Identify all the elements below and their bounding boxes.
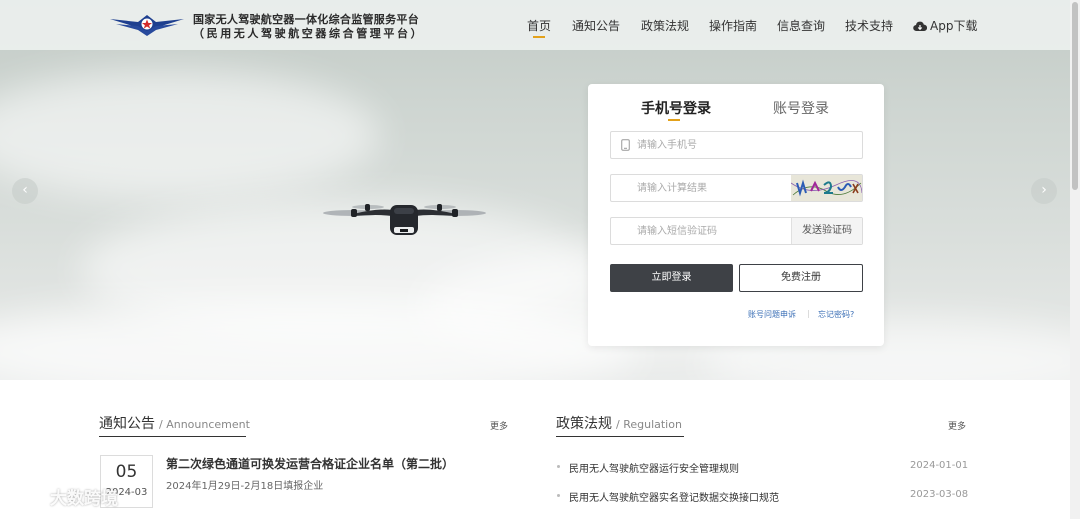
notice-title-link[interactable]: 第二次绿色通道可换发运营合格证企业名单（第二批）	[166, 455, 454, 472]
watermark-logo-icon	[10, 488, 44, 505]
nav-tech-support[interactable]: 技术支持	[845, 17, 893, 34]
notice-description: 2024年1月29日-2月18日填报企业	[166, 481, 324, 492]
nav-home[interactable]: 首页	[527, 17, 551, 38]
carousel-next-button[interactable]: ›	[1031, 178, 1057, 204]
caac-logo	[110, 15, 184, 36]
drone-image	[323, 204, 486, 235]
captcha-image[interactable]	[791, 175, 862, 201]
regulation-item-link[interactable]: 民用无人驾驶航空器运行安全管理规则	[569, 460, 739, 475]
regulations-subtitle: / Regulation	[616, 418, 682, 431]
nav-info-query[interactable]: 信息查询	[777, 17, 825, 34]
announcements-more-link[interactable]: 更多	[490, 419, 508, 432]
forgot-password-link[interactable]: 忘记密码?	[818, 309, 854, 320]
carousel-prev-button[interactable]: ‹	[12, 178, 38, 204]
tab-phone-login[interactable]: 手机号登录	[641, 98, 711, 118]
captcha-input[interactable]	[637, 175, 787, 201]
phone-icon	[621, 139, 630, 151]
nav-guide[interactable]: 操作指南	[709, 17, 757, 34]
register-button[interactable]: 免费注册	[739, 264, 863, 292]
hero-banner: ‹ ›	[0, 0, 1070, 380]
phone-field	[610, 131, 863, 159]
captcha-field	[610, 174, 863, 202]
announcements-title: 通知公告	[99, 416, 155, 432]
login-button[interactable]: 立即登录	[610, 264, 733, 292]
announcements-heading: 通知公告 / Announcement	[99, 413, 250, 433]
regulations-heading: 政策法规 / Regulation	[556, 413, 682, 433]
page: ‹ › 国家无人驾驶航空器一体化综合监管服务平台 （民用无人驾驶航空器综合管理平…	[0, 0, 1080, 519]
nav-regulations[interactable]: 政策法规	[641, 17, 689, 34]
brand-subtitle: （民用无人驾驶航空器综合管理平台）	[193, 27, 425, 40]
cloud-download-icon	[913, 21, 928, 32]
list-bullet	[557, 494, 560, 497]
regulation-item-date: 2024-01-01	[910, 460, 969, 471]
page-scrollbar[interactable]	[1070, 0, 1080, 519]
announcements-subtitle: / Announcement	[159, 418, 250, 431]
announcements-underline	[99, 436, 246, 437]
link-divider: |	[807, 309, 810, 318]
account-appeal-link[interactable]: 账号问题申诉	[748, 309, 796, 320]
watermark-text: 大数跨境	[50, 489, 118, 509]
nav-announcements[interactable]: 通知公告	[572, 17, 620, 34]
app-download-link[interactable]: App下载	[913, 17, 977, 34]
regulations-underline	[556, 436, 684, 437]
notice-day: 05	[115, 462, 138, 482]
top-header: 国家无人驾驶航空器一体化综合监管服务平台 （民用无人驾驶航空器综合管理平台） 首…	[0, 0, 1070, 50]
login-card: 手机号登录 账号登录 请输入手机号 请输入计算结果 请输入短信验证码 发送验证码…	[588, 84, 884, 346]
list-bullet	[557, 465, 560, 468]
sms-code-field: 发送验证码	[610, 217, 863, 245]
cloud	[0, 70, 380, 200]
regulations-title: 政策法规	[556, 416, 612, 432]
captcha-graphic	[791, 175, 862, 201]
sms-code-input[interactable]	[637, 218, 787, 244]
tab-account-login[interactable]: 账号登录	[773, 98, 829, 118]
phone-input[interactable]	[637, 132, 857, 158]
watermark: 大数跨境	[8, 484, 118, 509]
send-code-button[interactable]: 发送验证码	[791, 218, 862, 244]
app-download-label: App下载	[930, 19, 978, 33]
regulations-more-link[interactable]: 更多	[948, 419, 966, 432]
regulation-item-date: 2023-03-08	[910, 489, 969, 500]
active-tab-indicator	[668, 119, 680, 121]
scrollbar-thumb[interactable]	[1072, 2, 1078, 190]
regulation-item-link[interactable]: 民用无人驾驶航空器实名登记数据交换接口规范	[569, 489, 779, 504]
